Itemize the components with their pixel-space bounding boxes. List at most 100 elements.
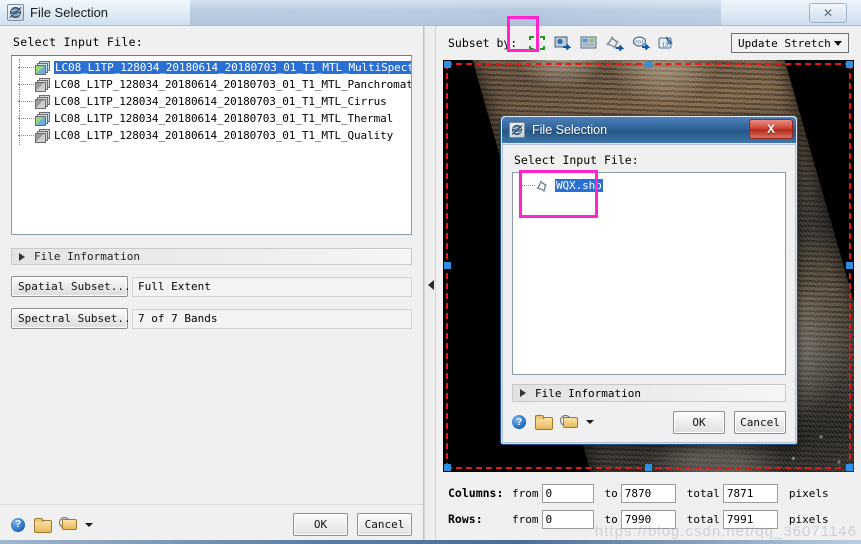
file-list[interactable]: LC08_L1TP_128034_20180614_20180703_01_T1…: [11, 55, 412, 235]
resize-handle-top-left[interactable]: [444, 61, 451, 68]
left-panel-spacer: [0, 329, 423, 504]
update-stretch-value: Update Stretch: [738, 36, 831, 50]
open-folder-icon[interactable]: [34, 517, 52, 533]
file-selection-window: File Selection ✕ Select Input File: LC08…: [0, 0, 861, 544]
collapse-left-arrow-icon[interactable]: [428, 280, 434, 290]
file-name: LC08_L1TP_128034_20180614_20180703_01_T1…: [54, 129, 394, 142]
chevron-right-icon: [19, 252, 25, 261]
select-input-file-label: Select Input File:: [514, 153, 639, 167]
window-title: File Selection: [30, 5, 109, 20]
spectral-subset-row: Spectral Subset... 7 of 7 Bands: [11, 308, 412, 329]
spectral-subset-button[interactable]: Spectral Subset...: [11, 308, 137, 329]
grayscale-layer-icon: [35, 77, 50, 92]
list-item[interactable]: LC08_L1TP_128034_20180614_20180703_01_T1…: [12, 93, 411, 111]
panel-splitter[interactable]: [424, 26, 436, 544]
resize-handle-top-center[interactable]: [644, 61, 652, 68]
file-name: LC08_L1TP_128034_20180614_20180703_01_T1…: [54, 95, 387, 108]
shapefile-list[interactable]: WQX.shp: [512, 170, 786, 375]
list-item[interactable]: LC08_L1TP_128034_20180614_20180703_01_T1…: [12, 76, 412, 94]
resize-handle-left-center[interactable]: [444, 262, 451, 269]
file-name: LC08_L1TP_128034_20180614_20180703_01_T1…: [54, 78, 412, 91]
preview-wrap: File Selection X Select Input File: WQX.…: [443, 60, 854, 472]
rows-row: Rows: from 0 to 7990 total 7991 pixels: [448, 506, 861, 532]
select-input-file-label: Select Input File:: [13, 35, 144, 49]
resize-handle-bottom-right[interactable]: [846, 464, 853, 471]
rows-total-label: total: [686, 512, 720, 526]
columns-to-label: to: [604, 486, 618, 500]
help-icon[interactable]: ?: [512, 415, 526, 429]
dimensions-panel: Columns: from 0 to 7870 total 7871 pixel…: [436, 472, 861, 544]
list-item[interactable]: LC08_L1TP_128034_20180614_20180703_01_T1…: [12, 59, 411, 77]
resize-handle-bottom-center[interactable]: [644, 464, 652, 471]
window-titlebar: File Selection ✕: [0, 0, 861, 26]
rows-label: Rows:: [448, 512, 483, 526]
columns-from-input[interactable]: 0: [541, 483, 594, 503]
file-name: LC08_L1TP_128034_20180614_20180703_01_T1…: [54, 61, 411, 74]
cancel-button[interactable]: Cancel: [357, 513, 412, 536]
image-subset-icon[interactable]: [578, 33, 600, 54]
resize-handle-right-center[interactable]: [846, 262, 853, 269]
rows-total-input[interactable]: 7991: [722, 509, 778, 529]
cancel-button[interactable]: Cancel: [734, 410, 786, 434]
roi-subset-icon[interactable]: roi: [630, 33, 652, 54]
chevron-right-icon: [520, 389, 526, 397]
rows-to-label: to: [604, 512, 618, 526]
tree-connector-icon: [18, 127, 34, 145]
resize-handle-bottom-left[interactable]: [444, 464, 451, 471]
columns-unit-label: pixels: [788, 486, 829, 500]
inner-dialog-title: File Selection: [532, 123, 608, 137]
inner-footer-buttons: OK Cancel: [673, 410, 786, 434]
tree-connector-icon: [18, 110, 34, 128]
close-icon[interactable]: ✕: [809, 3, 847, 23]
input-file-panel: Select Input File: LC08_L1TP_128034_2018…: [0, 26, 424, 544]
columns-total-input[interactable]: 7871: [722, 483, 778, 503]
file-information-label: File Information: [34, 250, 140, 263]
columns-from-label: from: [512, 486, 539, 500]
scene-preview[interactable]: File Selection X Select Input File: WQX.…: [443, 60, 854, 472]
annotation-subset-icon[interactable]: 13: [656, 33, 678, 54]
ok-button[interactable]: OK: [293, 513, 348, 536]
file-information-label: File Information: [535, 386, 641, 400]
subset-toolbar: Subset by: roi 13 Update Stretch: [436, 16, 861, 60]
multispectral-layer-icon: [35, 60, 50, 75]
list-item[interactable]: LC08_L1TP_128034_20180614_20180703_01_T1…: [12, 110, 411, 128]
close-icon[interactable]: X: [749, 119, 793, 139]
envi-globe-icon: [509, 122, 525, 138]
spatial-subset-row: Spatial Subset... Full Extent: [11, 276, 412, 297]
file-information-section[interactable]: File Information: [512, 384, 786, 402]
tree-connector-icon: [18, 93, 34, 111]
list-item[interactable]: LC08_L1TP_128034_20180614_20180703_01_T1…: [12, 127, 411, 145]
rows-from-label: from: [512, 512, 539, 526]
columns-to-input[interactable]: 7870: [620, 483, 676, 503]
rows-from-input[interactable]: 0: [541, 509, 594, 529]
tree-connector-icon: [18, 76, 34, 94]
file-subset-icon[interactable]: [552, 33, 574, 54]
resize-handle-top-right[interactable]: [846, 61, 853, 68]
update-stretch-select[interactable]: Update Stretch: [731, 33, 849, 53]
columns-total-label: total: [686, 486, 720, 500]
annotation-highlight-vector-tool: [507, 16, 539, 52]
tree-connector-icon: [18, 59, 34, 77]
rows-to-input[interactable]: 7990: [620, 509, 676, 529]
vector-subset-icon[interactable]: [604, 33, 626, 54]
chevron-down-icon[interactable]: [586, 420, 594, 424]
inner-dialog-body: Select Input File: WQX.shp File Informat…: [502, 144, 796, 443]
columns-label: Columns:: [448, 486, 504, 500]
chevron-down-icon[interactable]: [85, 522, 93, 527]
window-bottom-edge: [0, 540, 861, 544]
open-folder-icon[interactable]: [535, 415, 553, 430]
window-content: Select Input File: LC08_L1TP_128034_2018…: [0, 16, 861, 544]
spatial-subset-button[interactable]: Spatial Subset...: [11, 276, 131, 297]
grayscale-layer-icon: [35, 94, 50, 109]
file-name: LC08_L1TP_128034_20180614_20180703_01_T1…: [54, 112, 394, 125]
recent-files-icon[interactable]: [560, 414, 582, 430]
rows-unit-label: pixels: [788, 512, 829, 526]
footer-buttons: OK Cancel: [293, 513, 412, 536]
recent-files-icon[interactable]: [59, 517, 81, 532]
columns-row: Columns: from 0 to 7870 total 7871 pixel…: [448, 480, 861, 506]
file-information-section[interactable]: File Information: [11, 248, 412, 265]
help-icon[interactable]: ?: [11, 517, 25, 532]
inner-dialog-footer: ? OK Cancel: [512, 402, 786, 442]
ok-button[interactable]: OK: [673, 410, 725, 434]
annotation-highlight-shapefile: [519, 170, 598, 218]
